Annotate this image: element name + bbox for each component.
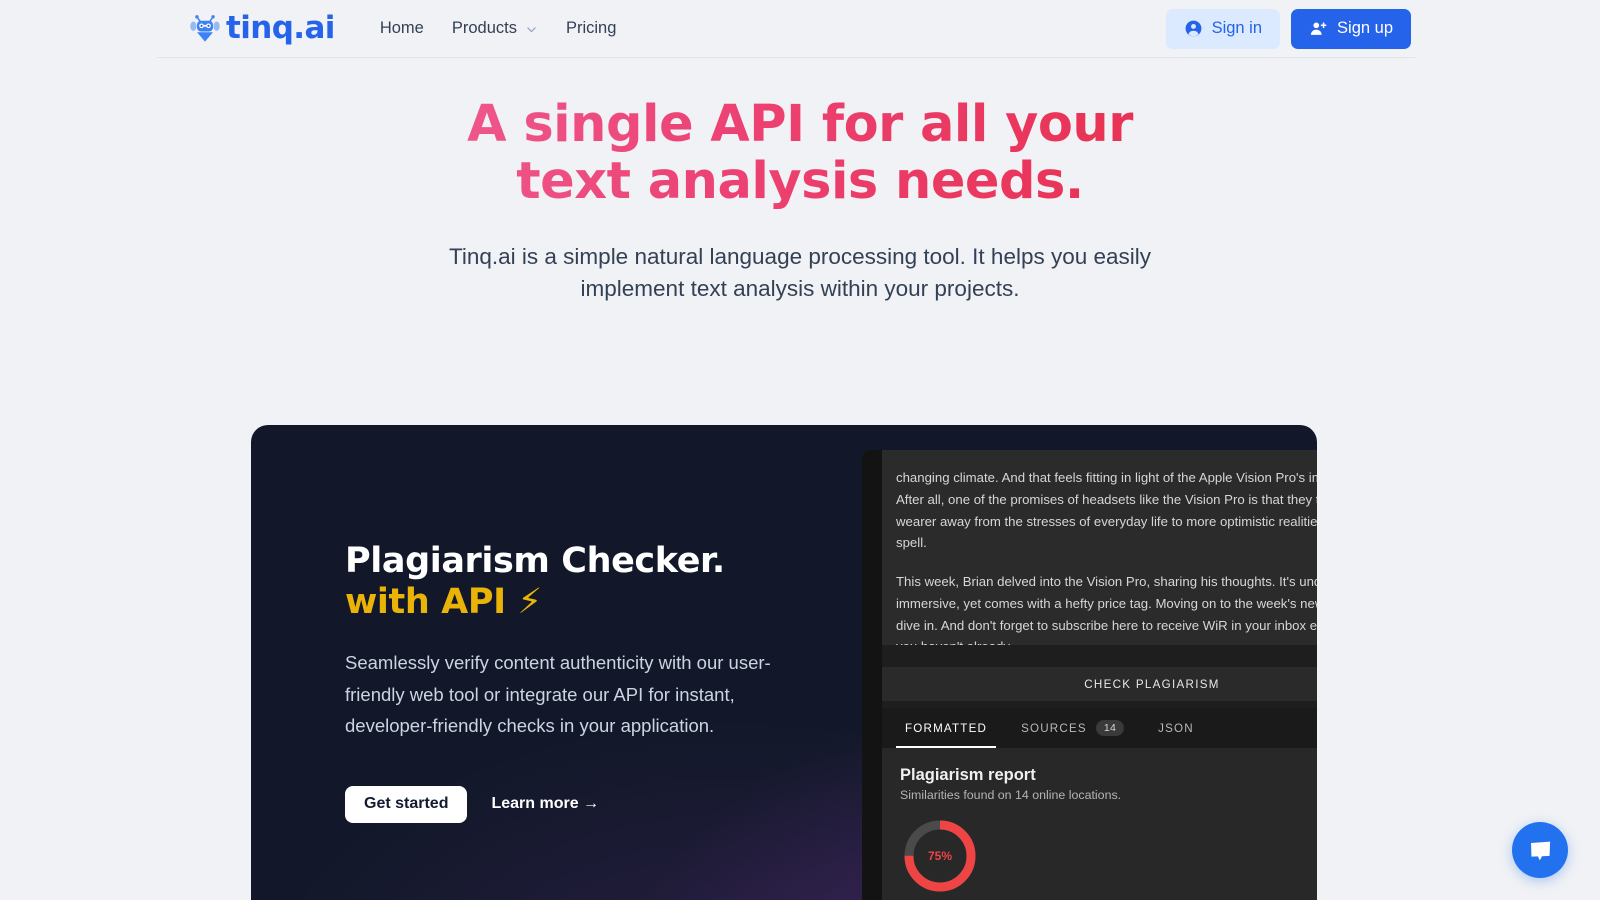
showcase-title-line2: with API ⚡ [345,581,542,622]
bee-robot-logo-icon [190,14,220,44]
chat-widget-button[interactable] [1512,822,1568,878]
showcase-copy: Plagiarism Checker. with API ⚡ Seamlessl… [345,541,800,823]
plagiarism-report-title: Plagiarism report [900,766,1036,784]
chat-bubble-icon [1527,837,1554,864]
product-showcase-card: Plagiarism Checker. with API ⚡ Seamlessl… [251,425,1317,900]
sign-up-button[interactable]: Sign up [1291,8,1411,49]
editor-top-clip [882,450,1317,462]
plagiarism-score-label: 75% [927,849,953,863]
nav-item-products[interactable]: Products [452,19,538,38]
header-actions: Sign in Sign up [1165,8,1415,49]
nav-item-home-label: Home [379,19,424,37]
showcase-title: Plagiarism Checker. with API ⚡ [345,541,800,622]
site-header: tinq.ai Home Products Pricing Sign in Si… [0,0,1600,58]
tab-json[interactable]: JSON [1141,708,1211,748]
sign-up-label: Sign up [1337,19,1393,37]
result-tabs: FORMATTED SOURCES 14 JSON [882,708,1317,748]
text-editor-area[interactable]: changing climate. And that feels fitting… [882,450,1317,645]
nav-item-pricing-label: Pricing [565,19,617,37]
editor-paragraph-2: This week, Brian delved into the Vision … [896,574,1317,645]
tab-sources[interactable]: SOURCES 14 [1004,708,1141,748]
page-title: A single API for all your text analysis … [420,96,1180,210]
sign-in-button[interactable]: Sign in [1165,8,1281,49]
main-navigation: Home Products Pricing [380,19,617,38]
brand-name: tinq.ai [226,10,335,46]
learn-more-link[interactable]: Learn more → [491,795,599,813]
chevron-down-icon [525,22,538,35]
tab-sources-badge: 14 [1095,719,1125,737]
plagiarism-report-subtitle: Similarities found on 14 online location… [900,788,1122,802]
showcase-description: Seamlessly verify content authenticity w… [345,652,771,737]
plagiarism-report: Plagiarism report Similarities found on … [882,748,1317,900]
nav-item-products-label: Products [451,19,517,37]
editor-paragraph-1: changing climate. And that feels fitting… [896,470,1317,551]
app-preview-panel: changing climate. And that feels fitting… [862,450,1317,900]
nav-item-home[interactable]: Home [380,19,424,38]
header-inner: tinq.ai Home Products Pricing Sign in Si… [157,0,1415,58]
showcase-actions: Get started Learn more → [345,785,800,823]
user-circle-icon [1184,19,1203,38]
tab-json-label: JSON [1158,721,1194,735]
sign-in-label: Sign in [1211,19,1263,37]
brand-logo[interactable]: tinq.ai [190,13,335,44]
tab-formatted[interactable]: FORMATTED [888,708,1004,748]
plagiarism-score-donut: 75% [900,816,980,896]
check-plagiarism-button[interactable]: CHECK PLAGIARISM [882,667,1317,701]
tab-sources-label: SOURCES [1021,721,1087,735]
tab-formatted-label: FORMATTED [905,721,988,735]
hero-section: A single API for all your text analysis … [0,96,1600,305]
showcase-title-line1: Plagiarism Checker. [345,541,725,581]
get-started-button[interactable]: Get started [345,785,468,823]
user-plus-icon [1309,19,1328,38]
nav-item-pricing[interactable]: Pricing [566,19,616,38]
app-preview-side-rail [862,450,882,900]
hero-subtitle: Tinq.ai is a simple natural language pro… [448,244,1152,302]
